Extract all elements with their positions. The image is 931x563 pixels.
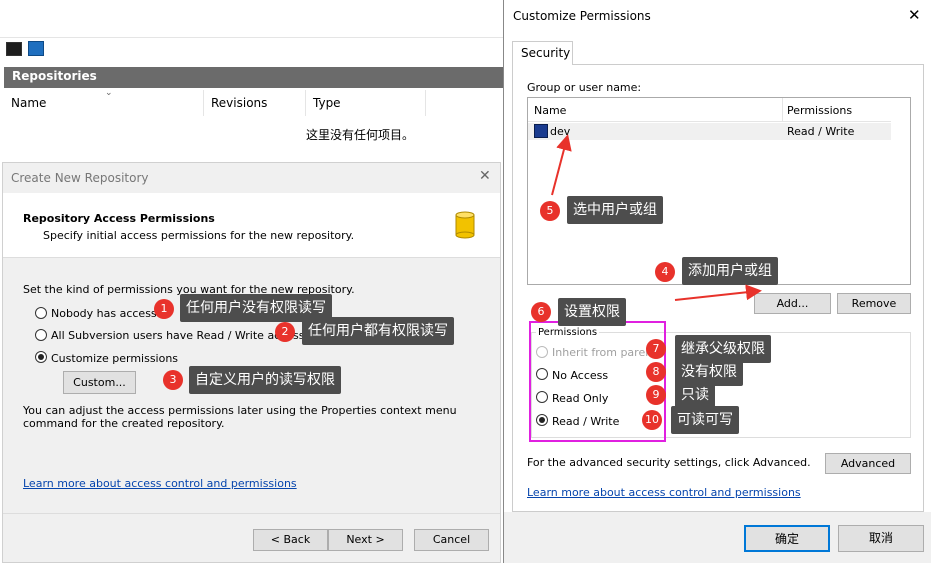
annotation-badge-9: 9	[646, 385, 666, 405]
dialog-footer: 确定 取消	[504, 512, 931, 563]
create-repository-dialog: Create New Repository ✕ Repository Acces…	[2, 162, 501, 563]
group-user-label: Group or user name:	[527, 81, 642, 94]
repo-column-headers: Name ⌄ Revisions Type	[4, 88, 503, 116]
annotation-note-9: 只读	[675, 381, 715, 409]
cancel-button[interactable]: Cancel	[414, 529, 489, 551]
database-icon	[455, 211, 475, 239]
user-permissions: Read / Write	[787, 125, 855, 138]
page-subtitle: Specify initial access permissions for t…	[43, 229, 355, 242]
radio-all-users[interactable]	[35, 329, 47, 341]
security-tab-panel: Group or user name: Name Permissions dev…	[512, 64, 924, 512]
learn-more-link[interactable]: Learn more about access control and perm…	[23, 477, 297, 490]
column-revisions[interactable]: Revisions	[204, 90, 306, 116]
custom-button[interactable]: Custom...	[63, 371, 136, 394]
next-button[interactable]: Next >	[328, 529, 403, 551]
remove-button[interactable]: Remove	[837, 293, 911, 314]
annotation-badge-4: 4	[655, 262, 675, 282]
radio-nobody[interactable]	[35, 307, 47, 319]
column-name[interactable]: Name	[534, 104, 566, 117]
adjust-info-text: You can adjust the access permissions la…	[23, 404, 457, 430]
annotation-badge-10: 10	[642, 410, 662, 430]
back-button[interactable]: < Back	[253, 529, 328, 551]
annotation-note-6: 设置权限	[558, 298, 626, 326]
page-title: Repository Access Permissions	[23, 212, 215, 225]
title-bar	[0, 0, 503, 38]
annotation-note-10: 可读可写	[671, 406, 739, 434]
dialog-title: Create New Repository	[11, 171, 149, 185]
learn-more-link[interactable]: Learn more about access control and perm…	[527, 486, 801, 499]
dialog-title: Customize Permissions	[513, 9, 651, 23]
sort-chevron-icon: ⌄	[105, 88, 113, 98]
powershell-icon[interactable]	[28, 41, 44, 56]
radio-nobody-label[interactable]: Nobody has access	[51, 307, 157, 320]
column-name[interactable]: Name	[4, 90, 204, 116]
annotation-badge-6: 6	[531, 302, 551, 322]
annotation-note-5: 选中用户或组	[567, 196, 663, 224]
tab-security[interactable]: Security	[512, 41, 573, 65]
repositories-header: Repositories	[4, 67, 503, 88]
annotation-badge-8: 8	[646, 362, 666, 382]
users-list-header: Name Permissions	[528, 98, 891, 122]
advanced-button[interactable]: Advanced	[825, 453, 911, 474]
list-item[interactable]: dev Read / Write	[528, 123, 891, 140]
annotation-note-4: 添加用户或组	[682, 257, 778, 285]
column-divider	[782, 98, 783, 122]
command-prompt-icon[interactable]	[6, 42, 22, 56]
close-icon[interactable]: ✕	[908, 6, 921, 24]
user-group-icon	[534, 124, 548, 138]
cancel-button[interactable]: 取消	[838, 525, 924, 552]
annotation-badge-7: 7	[646, 339, 666, 359]
annotation-badge-1: 1	[154, 299, 174, 319]
user-name: dev	[550, 125, 571, 138]
header-panel: Repository Access Permissions Specify in…	[3, 193, 500, 258]
annotation-note-3: 自定义用户的读写权限	[189, 366, 341, 394]
annotation-note-2: 任何用户都有权限读写	[302, 317, 454, 345]
annotation-badge-3: 3	[163, 370, 183, 390]
radio-all-users-label[interactable]: All Subversion users have Read / Write a…	[51, 329, 305, 342]
column-permissions[interactable]: Permissions	[787, 104, 852, 117]
annotation-badge-2: 2	[275, 322, 295, 342]
ok-button[interactable]: 确定	[744, 525, 830, 552]
close-icon[interactable]: ✕	[479, 168, 491, 184]
annotation-badge-5: 5	[540, 201, 560, 221]
column-type[interactable]: Type	[306, 90, 426, 116]
add-button[interactable]: Add...	[754, 293, 831, 314]
radio-customize[interactable]	[35, 351, 47, 363]
dialog-footer: < Back Next > Cancel	[3, 513, 500, 563]
radio-customize-label[interactable]: Customize permissions	[51, 352, 178, 365]
advanced-info-text: For the advanced security settings, clic…	[527, 456, 811, 469]
empty-list-message: 这里没有任何项目。	[306, 128, 415, 142]
